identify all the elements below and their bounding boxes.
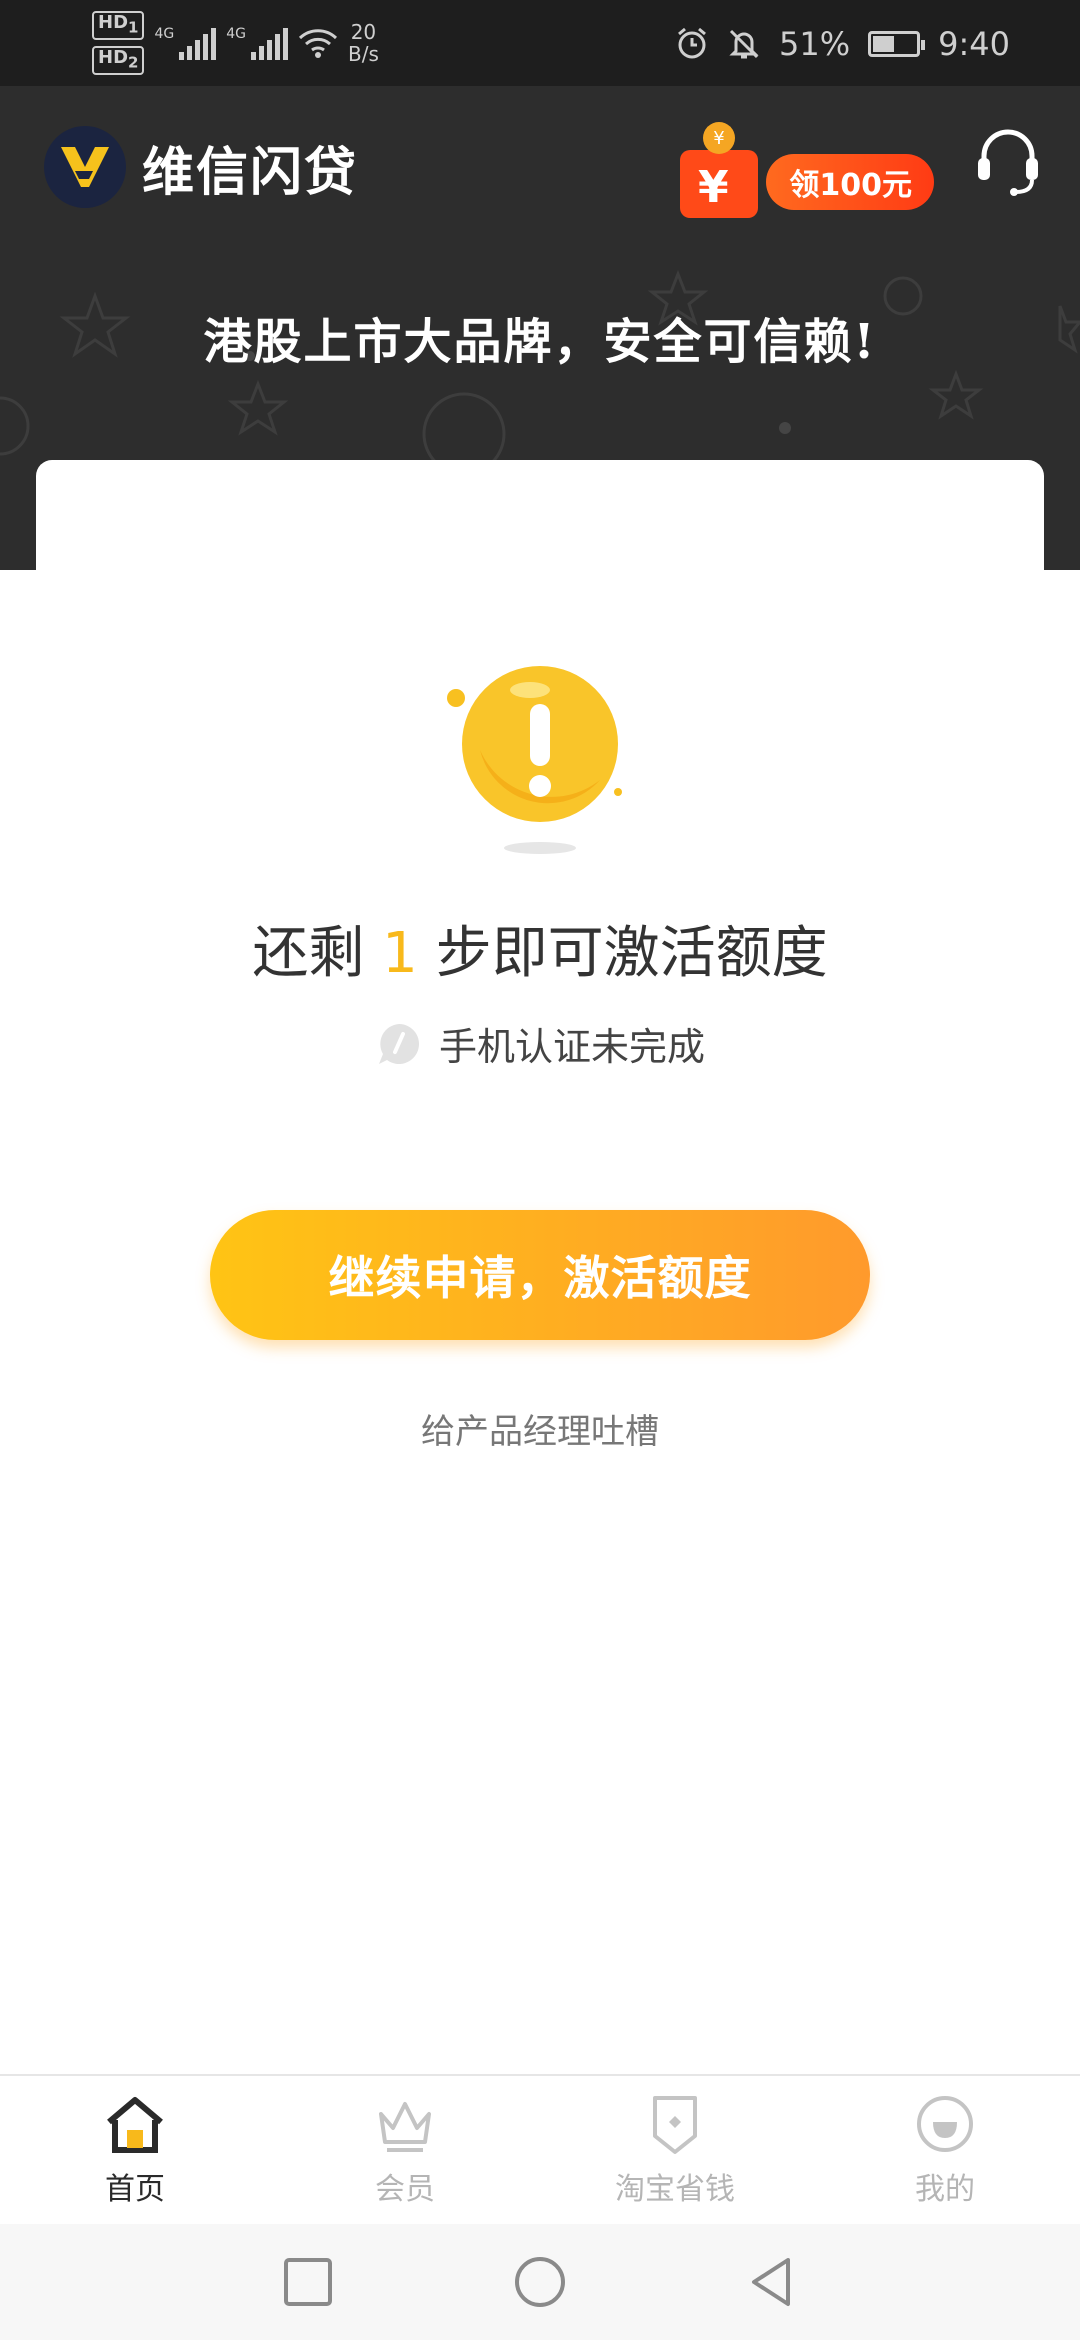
clock: 9:40	[938, 25, 1010, 63]
alarm-icon	[678, 27, 706, 59]
app-logo	[44, 126, 126, 208]
app-title: 维信闪贷	[142, 142, 359, 203]
feedback-link[interactable]: 给产品经理吐槽	[0, 1404, 1080, 1453]
status-text: 手机认证未完成	[438, 1025, 705, 1069]
promo-symbol: ¥	[698, 162, 729, 213]
tab-taobao-savings-label: 淘宝省钱	[615, 2172, 735, 2207]
tab-membership[interactable]: 会员	[270, 2076, 540, 2226]
warning-icon	[447, 666, 622, 854]
continue-application-button[interactable]: 继续申请，激活额度	[210, 1210, 870, 1340]
svg-text:¥: ¥	[713, 128, 724, 149]
signal-2-icon: 4G	[226, 26, 288, 60]
mute-bell-icon	[729, 29, 759, 59]
battery-icon	[868, 31, 926, 57]
hd-indicators: HD1 HD2	[92, 11, 145, 75]
network-speed: 20 B/s	[347, 20, 379, 66]
tab-taobao-savings[interactable]: 淘宝省钱	[540, 2076, 810, 2226]
home-button-icon[interactable]	[510, 2252, 570, 2312]
steps-number: 1	[382, 921, 418, 986]
recent-apps-icon[interactable]	[278, 2252, 338, 2312]
system-navigation-bar	[0, 2224, 1080, 2340]
card-top	[36, 460, 1044, 570]
steps-remaining-title: 还剩 1 步即可激活额度	[252, 921, 828, 986]
status-bar: HD1 HD2 4G 4G 20 B/s 51% 9:40	[0, 0, 1080, 86]
signal-1-icon: 4G	[154, 26, 217, 60]
bottom-tab-bar: 首页 会员 淘宝省钱 我的	[0, 2074, 1080, 2226]
hd1-indicator: HD1	[92, 11, 145, 40]
tab-profile-label: 我的	[915, 2172, 975, 2207]
tab-profile[interactable]: 我的	[810, 2076, 1080, 2226]
badge-icon	[653, 2096, 697, 2154]
status-right: 51% 9:40	[675, 16, 1010, 72]
slogan: 港股上市大品牌，安全可信赖!	[203, 314, 877, 370]
chat-bubble-icon	[378, 1023, 419, 1064]
promo-reward-button[interactable]: ¥ ¥ 领100元	[676, 120, 934, 220]
header: 维信闪贷 ¥ ¥ 领100元 港股上市大品牌，安全可信赖!	[0, 86, 1080, 570]
back-icon[interactable]	[742, 2252, 802, 2312]
verification-status: 手机认证未完成	[0, 1016, 1080, 1071]
status-left: HD1 HD2 4G 4G 20 B/s	[92, 11, 379, 75]
tab-home[interactable]: 首页	[0, 2076, 270, 2226]
promo-label: 领100元	[766, 154, 934, 210]
hd2-indicator: HD2	[92, 46, 145, 75]
tab-membership-label: 会员	[375, 2172, 435, 2207]
crown-icon	[379, 2102, 431, 2152]
tab-home-label: 首页	[105, 2172, 165, 2207]
customer-service-icon[interactable]	[976, 126, 1040, 198]
battery-percent: 51%	[779, 25, 851, 63]
home-icon	[107, 2097, 163, 2153]
wifi-icon	[298, 29, 338, 58]
profile-icon	[917, 2096, 973, 2152]
